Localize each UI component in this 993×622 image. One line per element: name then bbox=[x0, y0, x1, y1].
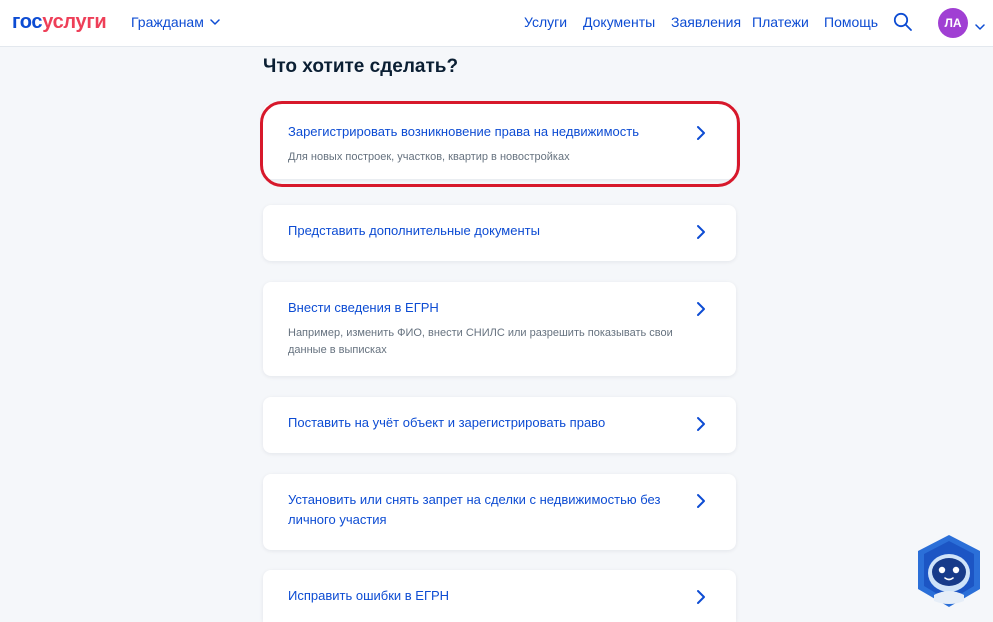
chevron-right-icon bbox=[695, 416, 707, 432]
nav-item-help[interactable]: Помощь bbox=[824, 13, 878, 31]
option-cadastral-and-right[interactable]: Поставить на учёт объект и зарегистриров… bbox=[263, 397, 736, 453]
search-icon[interactable] bbox=[893, 12, 913, 32]
chevron-right-icon bbox=[695, 301, 707, 317]
top-header: госуслуги Гражданам Услуги Документы Зая… bbox=[0, 0, 993, 47]
page-title: Что хотите сделать? bbox=[263, 56, 459, 77]
option-subtitle: Например, изменить ФИО, внести СНИЛС или… bbox=[288, 327, 673, 356]
option-title: Внести сведения в ЕГРН bbox=[288, 300, 439, 315]
option-egrn-info[interactable]: Внести сведения в ЕГРН Например, изменит… bbox=[263, 282, 736, 376]
chevron-down-icon[interactable] bbox=[975, 17, 985, 35]
option-title: Исправить ошибки в ЕГРН bbox=[288, 588, 450, 603]
chevron-right-icon bbox=[695, 224, 707, 240]
option-additional-documents[interactable]: Представить дополнительные документы bbox=[263, 205, 736, 261]
option-fix-errors[interactable]: Исправить ошибки в ЕГРН bbox=[263, 570, 736, 622]
nav-item-services[interactable]: Услуги bbox=[524, 13, 567, 31]
option-register-right[interactable]: Зарегистрировать возникновение права на … bbox=[263, 104, 736, 179]
option-title: Представить дополнительные документы bbox=[288, 223, 540, 238]
nav-item-payments[interactable]: Платежи bbox=[752, 13, 809, 31]
chevron-right-icon bbox=[695, 125, 707, 141]
option-title: Зарегистрировать возникновение права на … bbox=[288, 124, 639, 139]
option-subtitle: Для новых построек, участков, квартир в … bbox=[288, 151, 570, 163]
nav-item-applications[interactable]: Заявления bbox=[671, 13, 741, 31]
nav-item-documents[interactable]: Документы bbox=[583, 13, 655, 31]
chevron-right-icon bbox=[695, 493, 707, 509]
option-deal-ban[interactable]: Установить или снять запрет на сделки с … bbox=[263, 474, 736, 550]
chevron-right-icon bbox=[695, 589, 707, 605]
avatar[interactable]: ЛА bbox=[938, 8, 968, 38]
option-title: Установить или снять запрет на сделки с … bbox=[288, 492, 661, 527]
main-nav: Услуги Документы Заявления Платежи Помощ… bbox=[0, 13, 993, 31]
option-title: Поставить на учёт объект и зарегистриров… bbox=[288, 415, 606, 430]
assistant-robot-icon[interactable] bbox=[914, 533, 984, 609]
